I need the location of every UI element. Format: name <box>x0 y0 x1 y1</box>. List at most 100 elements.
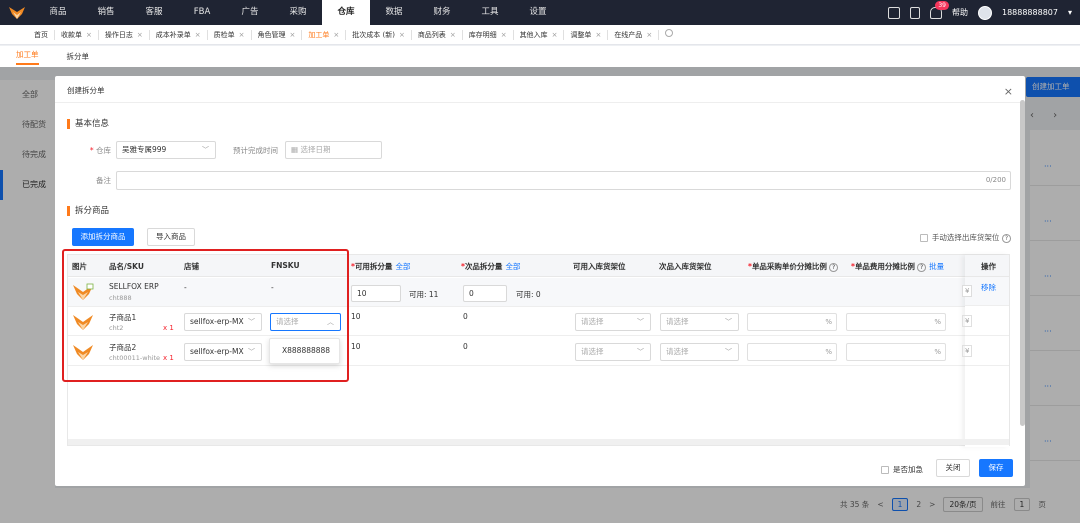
nav-finance[interactable]: 财务 <box>418 0 466 25</box>
close-icon[interactable]: × <box>1004 85 1013 98</box>
close-icon[interactable]: × <box>137 31 143 39</box>
subtab-processing[interactable]: 加工单 <box>16 49 39 65</box>
nav-ads[interactable]: 广告 <box>226 0 274 25</box>
add-split-product-button[interactable]: 添加拆分商品 <box>72 228 134 246</box>
unit-fee-ratio-input[interactable]: % <box>846 343 946 361</box>
unit-fee-ratio-input[interactable]: % <box>846 313 946 331</box>
tab-home[interactable]: 首页 <box>28 29 55 40</box>
currency-input[interactable]: ¥ <box>962 315 973 327</box>
close-icon[interactable]: × <box>86 31 92 39</box>
finish-date-picker[interactable]: ▦ 选择日期 <box>285 141 382 159</box>
vertical-scrollbar[interactable] <box>1020 100 1025 426</box>
col-unit-price-ratio: *单品采购单价分摊比例? <box>748 261 839 272</box>
fox-logo-icon[interactable] <box>0 0 34 25</box>
defective-split-input[interactable]: 0 <box>463 285 507 302</box>
urgent-checkbox[interactable]: 是否加急 <box>881 464 923 475</box>
chevron-down-icon: ﹀ <box>637 318 644 326</box>
nav-purchase[interactable]: 采购 <box>274 0 322 25</box>
close-all-tabs-icon[interactable] <box>659 29 679 40</box>
close-icon[interactable]: × <box>646 31 652 39</box>
chevron-down-icon: ﹀ <box>725 318 732 326</box>
close-icon[interactable]: × <box>552 31 558 39</box>
save-button[interactable]: 保存 <box>979 459 1013 477</box>
close-icon[interactable]: × <box>501 31 507 39</box>
tab-cost[interactable]: 成本补录单 × <box>150 29 208 40</box>
tab-batch-cost[interactable]: 批次成本 (新) × <box>346 29 412 40</box>
unit-price-ratio-input[interactable]: % <box>747 313 837 331</box>
subtab-split[interactable]: 拆分单 <box>67 51 90 62</box>
available-split-value: 10 <box>351 312 361 321</box>
nav-fba[interactable]: FBA <box>178 0 226 25</box>
remark-textarea[interactable]: 0/200 <box>116 171 1011 190</box>
nav-data[interactable]: 数据 <box>370 0 418 25</box>
close-icon[interactable]: × <box>399 31 405 39</box>
tab-bar: 首页 收款单 × 操作日志 × 成本补录单 × 质检单 × 角色管理 × 加工单 × 批次成… <box>0 25 1080 45</box>
help-icon[interactable]: ? <box>916 263 927 272</box>
bell-icon[interactable]: 39 <box>929 0 949 19</box>
sub-tab-bar: 加工单 拆分单 <box>0 46 1080 67</box>
tab-inventory[interactable]: 库存明细 × <box>463 29 514 40</box>
currency-input[interactable]: ¥ <box>962 285 973 297</box>
tab-oplog[interactable]: 操作日志 × <box>99 29 150 40</box>
highlight-annotation <box>62 249 349 382</box>
help-icon[interactable]: ? <box>1001 234 1011 243</box>
horizontal-scrollbar[interactable] <box>68 439 1009 445</box>
remark-label: 备注 <box>96 176 111 185</box>
tab-receipt[interactable]: 收款单 × <box>55 29 99 40</box>
available-shelf-select[interactable]: 请选择 ﹀ <box>575 343 651 361</box>
top-right-tools: 39 帮助 18888888807 ▾ <box>887 0 1072 25</box>
finish-time-label: 预计完成时间 <box>233 146 278 155</box>
all-link[interactable]: 全部 <box>395 262 410 271</box>
col-defective-split: *次品拆分量 全部 <box>461 262 521 271</box>
tab-roles[interactable]: 角色管理 × <box>252 29 303 40</box>
close-icon[interactable]: × <box>195 31 201 39</box>
tab-adjust[interactable]: 调整单 × <box>564 29 609 40</box>
unit-price-ratio-input[interactable]: % <box>747 343 837 361</box>
available-shelf-select[interactable]: 请选择 ﹀ <box>575 313 651 331</box>
defective-shelf-select[interactable]: 请选择 ﹀ <box>660 343 739 361</box>
defective-split-value: 0 <box>463 342 468 351</box>
col-defective-shelf: 次品入库货架位 <box>659 262 712 271</box>
nav-warehouse[interactable]: 仓库 <box>322 0 370 25</box>
tab-product-list[interactable]: 商品列表 × <box>412 29 463 40</box>
tab-online[interactable]: 在线产品 × <box>608 29 660 40</box>
caret-down-icon[interactable]: ▾ <box>1068 8 1072 17</box>
currency-input[interactable]: ¥ <box>962 345 973 357</box>
phone-icon[interactable] <box>909 6 920 19</box>
tab-processing[interactable]: 加工单 × <box>302 29 347 40</box>
help-icon[interactable]: ? <box>828 263 839 272</box>
modal-title: 创建拆分单 <box>67 86 105 95</box>
remove-link[interactable]: 移除 <box>981 282 996 293</box>
nav-settings[interactable]: 设置 <box>514 0 562 25</box>
checkbox-icon[interactable] <box>881 466 889 474</box>
close-button[interactable]: 关闭 <box>936 459 970 477</box>
defective-shelf-select[interactable]: 请选择 ﹀ <box>660 313 739 331</box>
import-product-button[interactable]: 导入商品 <box>147 228 195 246</box>
checkbox-icon[interactable] <box>919 234 928 242</box>
user-phone[interactable]: 18888888807 <box>1002 8 1058 17</box>
col-available-shelf: 可用入库货架位 <box>573 262 626 271</box>
close-icon[interactable]: × <box>595 31 601 39</box>
available-note: 可用: 11 <box>409 290 439 299</box>
nav-service[interactable]: 客服 <box>130 0 178 25</box>
help-link[interactable]: 帮助 <box>952 7 968 18</box>
close-icon[interactable]: × <box>290 31 296 39</box>
chevron-down-icon: ﹀ <box>725 348 732 356</box>
tab-other-inbound[interactable]: 其他入库 × <box>514 29 565 40</box>
nav-products[interactable]: 商品 <box>34 0 82 25</box>
tab-qc[interactable]: 质检单 × <box>208 29 252 40</box>
avatar[interactable] <box>977 5 992 20</box>
all-link[interactable]: 全部 <box>505 262 520 271</box>
top-nav: 商品 销售 客服 FBA 广告 采购 仓库 数据 财务 工具 设置 39 帮助 … <box>0 0 1080 25</box>
available-split-input[interactable]: 10 <box>351 285 401 302</box>
manual-shelf-checkbox[interactable]: 手动选择出库货架位 ? <box>919 232 1011 243</box>
calculator-icon[interactable] <box>887 6 900 19</box>
warehouse-select[interactable]: 吴雅专属999 ﹀ <box>116 141 216 159</box>
batch-link[interactable]: 批量 <box>929 262 944 271</box>
close-icon[interactable]: × <box>333 31 339 39</box>
col-unit-fee-ratio: *单品费用分摊比例? 批量 <box>851 262 945 272</box>
nav-tools[interactable]: 工具 <box>466 0 514 25</box>
close-icon[interactable]: × <box>450 31 456 39</box>
nav-sales[interactable]: 销售 <box>82 0 130 25</box>
close-icon[interactable]: × <box>239 31 245 39</box>
